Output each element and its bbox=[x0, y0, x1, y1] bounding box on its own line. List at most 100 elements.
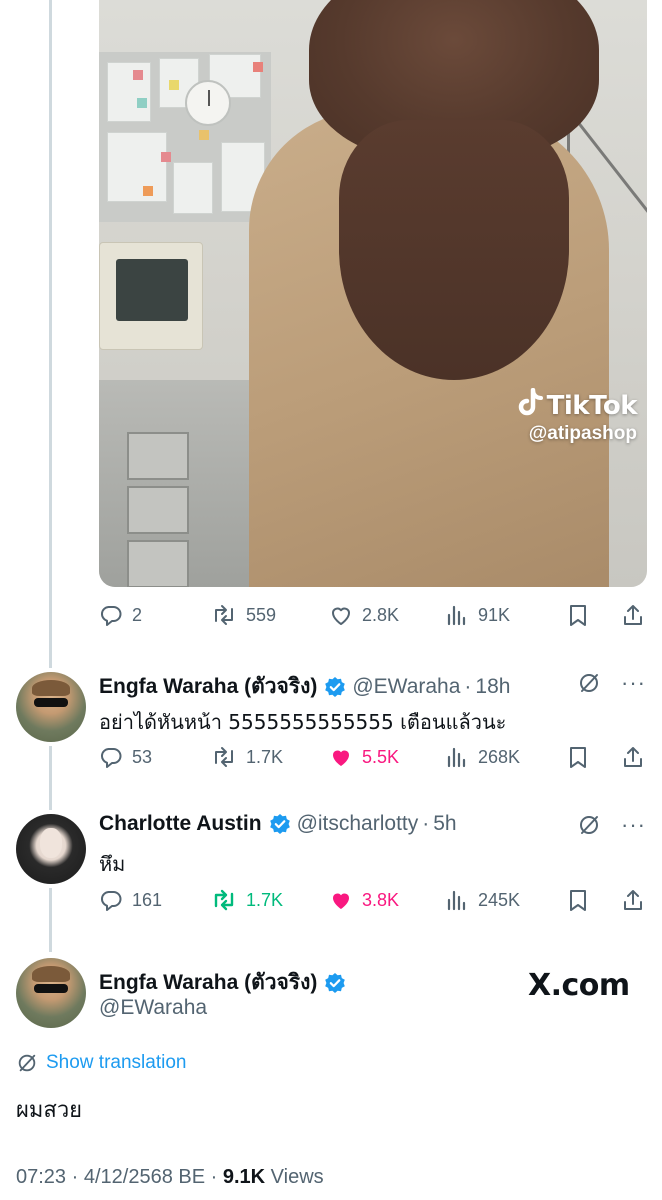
thread-line bbox=[49, 746, 52, 810]
tiktok-watermark: TikTok @atipashop bbox=[517, 388, 638, 445]
reply-count: 161 bbox=[132, 889, 163, 910]
reply-icon bbox=[100, 606, 122, 626]
share-button[interactable] bbox=[621, 888, 645, 912]
timestamp[interactable]: 5h bbox=[433, 812, 456, 836]
show-translation-link[interactable]: Show translation bbox=[16, 1052, 186, 1074]
timestamp[interactable]: 18h bbox=[475, 675, 510, 699]
office-board bbox=[99, 52, 271, 222]
share-icon bbox=[624, 747, 642, 767]
views-count: 91K bbox=[478, 604, 511, 625]
separator-dot: · bbox=[464, 674, 472, 698]
bookmark-button[interactable] bbox=[567, 888, 621, 912]
views-label: Views bbox=[270, 1166, 324, 1188]
grok-icon[interactable] bbox=[577, 671, 601, 695]
share-icon bbox=[624, 890, 642, 910]
long-hair-back bbox=[339, 120, 569, 380]
tweet-time[interactable]: 07:23 bbox=[16, 1166, 66, 1188]
like-button[interactable]: 3.8K bbox=[329, 888, 445, 912]
views-count: 268K bbox=[478, 746, 521, 767]
separator-dot: · bbox=[210, 1166, 223, 1188]
views-icon bbox=[447, 605, 466, 626]
like-button[interactable]: 2.8K bbox=[329, 603, 445, 627]
author-handle[interactable]: @EWaraha bbox=[352, 675, 460, 699]
translate-label: Show translation bbox=[46, 1052, 187, 1073]
action-row: 53 1.7K 5.5K 268K bbox=[99, 742, 647, 772]
bookmark-icon bbox=[570, 605, 586, 626]
author-name[interactable]: Engfa Waraha (ตัวจริง) bbox=[99, 670, 317, 703]
repost-button[interactable]: 1.7K bbox=[211, 888, 329, 912]
repost-count: 559 bbox=[246, 604, 277, 625]
verified-badge-icon bbox=[269, 814, 290, 834]
reply-icon bbox=[100, 748, 122, 768]
views-count: 245K bbox=[478, 889, 521, 910]
author-handle[interactable]: @itscharlotty bbox=[297, 812, 419, 836]
tweet-controls: ··· bbox=[577, 812, 646, 838]
like-count: 3.8K bbox=[362, 889, 400, 910]
reply-header: Charlotte Austin @itscharlotty · 5h bbox=[99, 812, 457, 836]
more-icon[interactable]: ··· bbox=[621, 670, 646, 696]
like-icon bbox=[333, 893, 349, 909]
repost-icon bbox=[214, 889, 234, 911]
views-button[interactable]: 91K bbox=[445, 603, 567, 627]
views-icon bbox=[447, 747, 466, 768]
repost-count: 1.7K bbox=[246, 889, 284, 910]
reply-header: Engfa Waraha (ตัวจริง) @EWaraha · 18h bbox=[99, 670, 510, 703]
author-name[interactable]: Charlotte Austin bbox=[99, 812, 262, 836]
like-button[interactable]: 5.5K bbox=[329, 745, 445, 769]
author-handle[interactable]: @EWaraha bbox=[99, 996, 207, 1020]
action-row: 161 1.7K 3.8K 245K bbox=[99, 885, 647, 915]
repost-icon bbox=[215, 605, 233, 625]
views-count: 9.1K bbox=[222, 1166, 266, 1188]
repost-icon bbox=[215, 747, 233, 767]
reply-icon bbox=[100, 891, 122, 911]
reply-count: 2 bbox=[132, 604, 143, 625]
translate-icon bbox=[18, 1054, 36, 1072]
reply-text: อย่าได้หันหน้า 5555555555555 เตือนแล้วนะ bbox=[99, 710, 507, 734]
views-icon bbox=[447, 890, 466, 911]
share-icon bbox=[624, 605, 642, 625]
like-icon bbox=[332, 607, 350, 625]
tweet-text: ผมสวย bbox=[16, 1098, 83, 1123]
avatar[interactable] bbox=[16, 672, 86, 742]
wall-clock bbox=[185, 80, 231, 126]
thread-line bbox=[49, 888, 52, 952]
separator-dot: · bbox=[422, 812, 430, 835]
crt-monitor bbox=[99, 242, 203, 350]
grok-icon[interactable] bbox=[577, 813, 601, 837]
views-button[interactable]: 268K bbox=[445, 745, 567, 769]
share-button[interactable] bbox=[621, 603, 645, 627]
tweet-meta: 07:23 · 4/12/2568 BE · 9.1K Views bbox=[16, 1166, 324, 1189]
tweet-controls: ··· bbox=[577, 670, 646, 696]
tiktok-logo-icon bbox=[518, 388, 543, 416]
reply-button[interactable]: 2 bbox=[99, 603, 211, 627]
thread-line bbox=[49, 0, 52, 668]
verified-badge-icon bbox=[325, 676, 346, 697]
repost-button[interactable]: 559 bbox=[211, 603, 329, 627]
bookmark-button[interactable] bbox=[567, 745, 621, 769]
reply-count: 53 bbox=[132, 746, 153, 767]
tweet-date[interactable]: 4/12/2568 BE bbox=[84, 1166, 205, 1188]
avatar[interactable] bbox=[16, 814, 86, 884]
like-count: 5.5K bbox=[362, 746, 400, 767]
tweet-video-media[interactable]: TikTok @atipashop bbox=[99, 0, 647, 587]
repost-count: 1.7K bbox=[246, 746, 284, 767]
bookmark-button[interactable] bbox=[567, 603, 621, 627]
office-desk bbox=[99, 380, 259, 587]
reply-text: หึม bbox=[99, 852, 126, 876]
action-row: 2 559 2.8K 91K bbox=[99, 600, 647, 630]
reply-button[interactable]: 53 bbox=[99, 745, 211, 769]
main-author: Engfa Waraha (ตัวจริง) bbox=[99, 966, 346, 999]
bookmark-icon bbox=[570, 747, 586, 768]
share-button[interactable] bbox=[621, 745, 645, 769]
bookmark-icon bbox=[570, 890, 586, 911]
author-name[interactable]: Engfa Waraha (ตัวจริง) bbox=[99, 966, 317, 999]
repost-button[interactable]: 1.7K bbox=[211, 745, 329, 769]
reply-button[interactable]: 161 bbox=[99, 888, 211, 912]
verified-badge-icon bbox=[325, 972, 346, 993]
views-button[interactable]: 245K bbox=[445, 888, 567, 912]
avatar[interactable] bbox=[16, 958, 86, 1028]
tiktok-brand: TikTok bbox=[546, 391, 638, 421]
more-icon[interactable]: ··· bbox=[621, 812, 646, 838]
like-icon bbox=[333, 750, 349, 766]
like-count: 2.8K bbox=[362, 604, 400, 625]
